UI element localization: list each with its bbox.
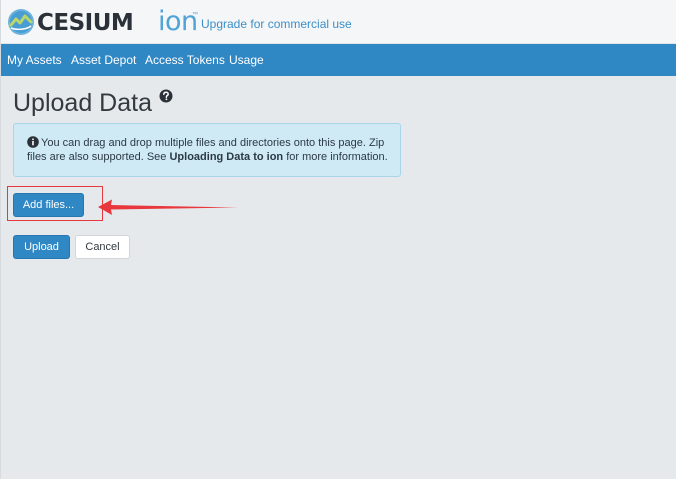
app-window: CESIUM ion ™ Upgrade for commercial use … xyxy=(0,0,676,479)
uploading-data-link[interactable]: Uploading Data to ion xyxy=(169,151,283,163)
info-text: You can drag and drop multiple files and… xyxy=(27,136,392,164)
question-circle-icon[interactable] xyxy=(159,89,173,103)
add-files-button[interactable]: Add files... xyxy=(13,193,84,217)
main-nav: My Assets Asset Depot Access Tokens Usag… xyxy=(1,44,676,76)
cancel-button[interactable]: Cancel xyxy=(75,235,130,259)
logo-wordmark[interactable]: CESIUM xyxy=(37,9,134,37)
info-alert: You can drag and drop multiple files and… xyxy=(13,123,401,177)
cesium-logo-icon[interactable] xyxy=(7,8,35,36)
info-text-after: for more information. xyxy=(283,151,388,163)
logo-ion[interactable]: ion xyxy=(158,6,198,38)
nav-asset-depot[interactable]: Asset Depot xyxy=(71,53,136,67)
logo-trademark: ™ xyxy=(192,12,198,18)
nav-usage[interactable]: Usage xyxy=(229,53,264,67)
nav-my-assets[interactable]: My Assets xyxy=(7,53,62,67)
upload-button[interactable]: Upload xyxy=(13,235,70,259)
upgrade-link[interactable]: Upgrade for commercial use xyxy=(201,17,352,31)
page-title: Upload Data xyxy=(13,89,152,117)
nav-access-tokens[interactable]: Access Tokens xyxy=(145,53,225,67)
red-arrow-icon xyxy=(98,199,238,215)
header: CESIUM ion ™ Upgrade for commercial use xyxy=(1,0,676,44)
